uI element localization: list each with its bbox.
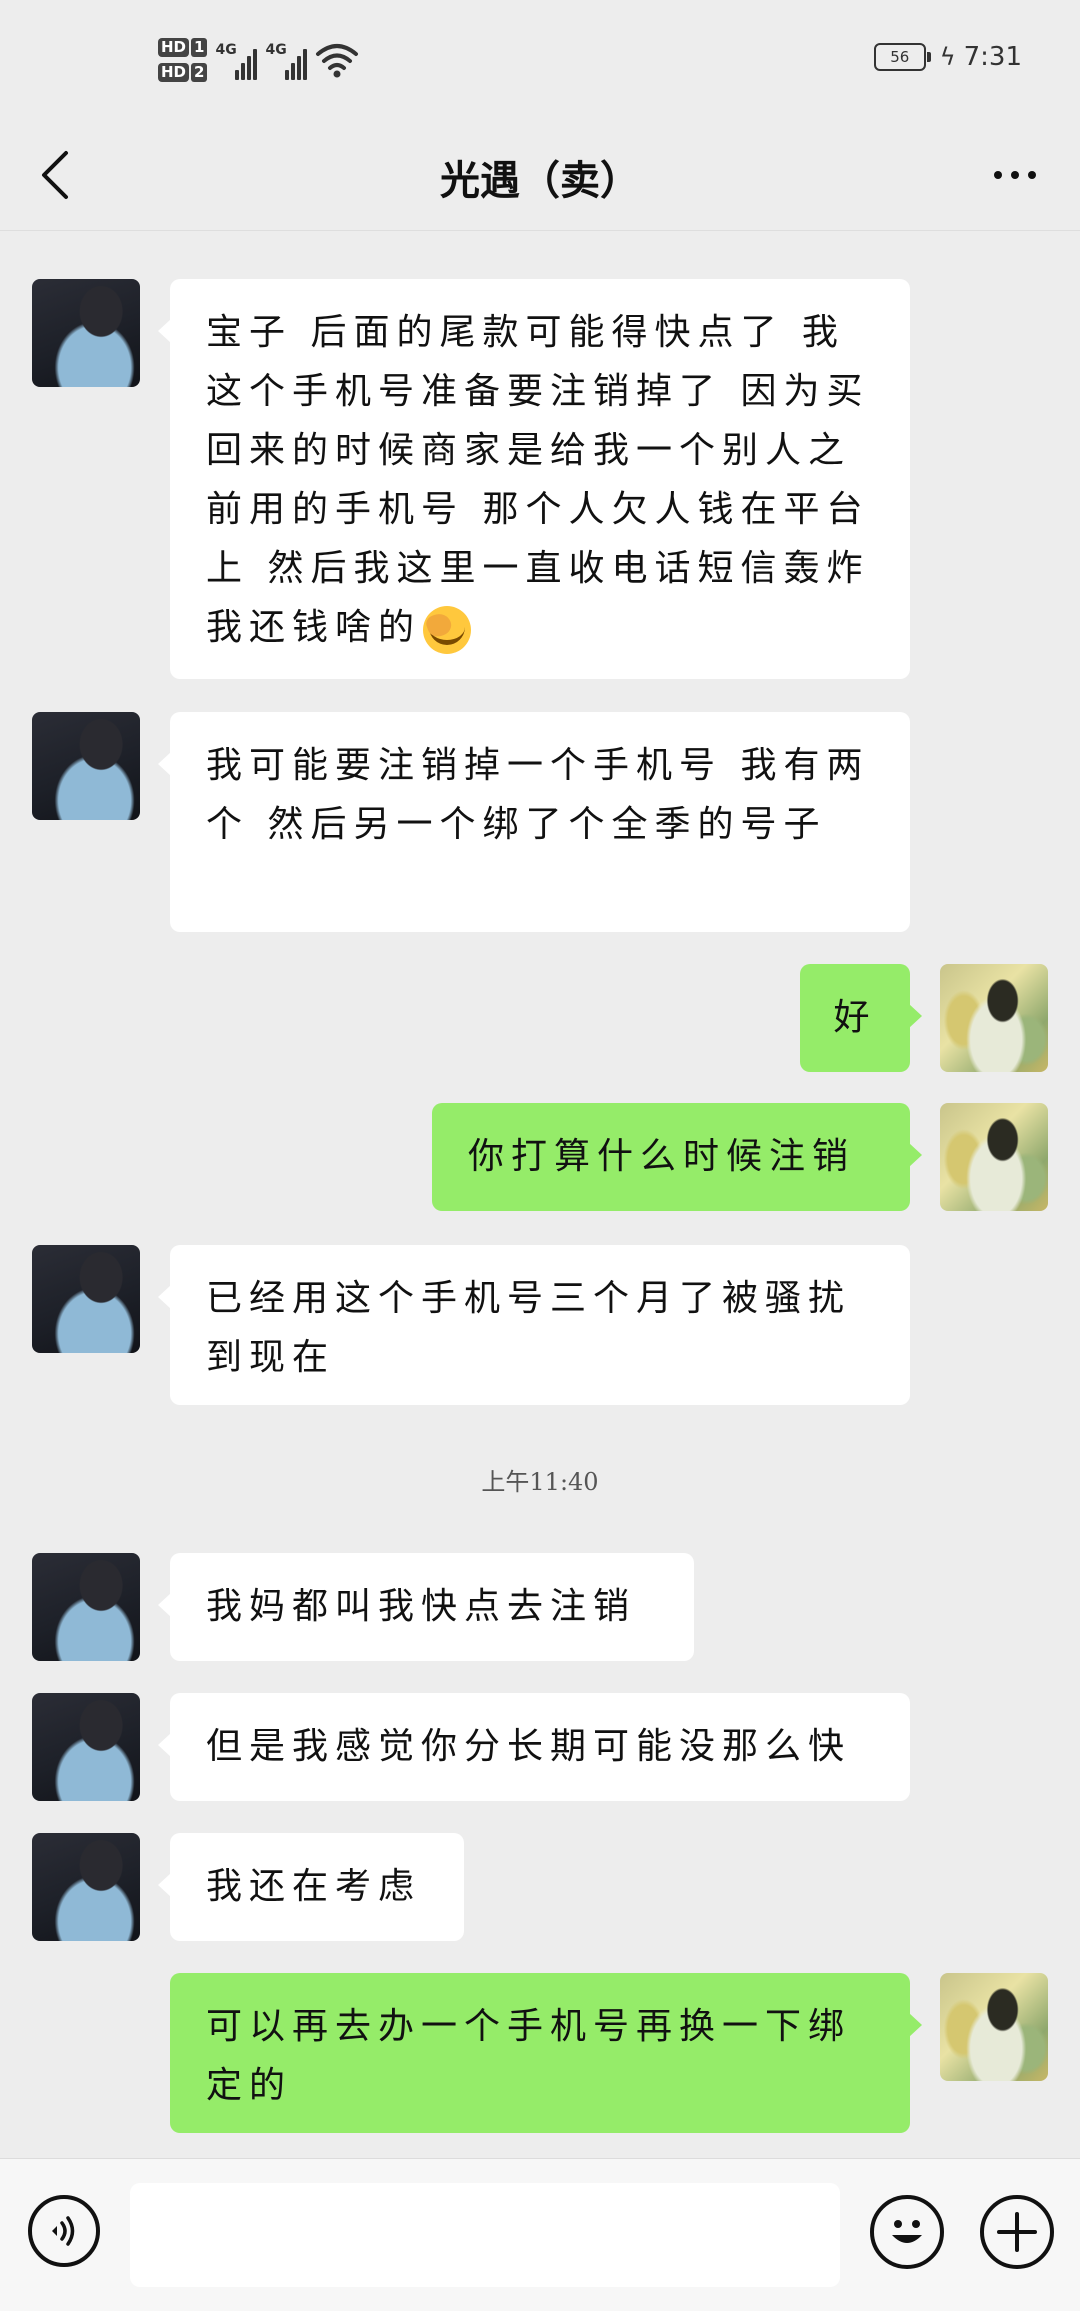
message-text: 我可能要注销掉一个手机号 我有两个 然后另一个绑了个全季的号子 — [206, 745, 870, 845]
status-right: 56 ϟ 7:31 — [873, 42, 1022, 72]
status-indicators: HD 1 HD 2 4G 4G — [158, 30, 359, 90]
message-text: 好 — [833, 997, 877, 1038]
plus-button[interactable] — [980, 2195, 1054, 2269]
message-bubble-received[interactable]: 我可能要注销掉一个手机号 我有两个 然后另一个绑了个全季的号子 — [158, 712, 910, 932]
message-bubble-received[interactable]: 我妈都叫我快点去注销 — [158, 1553, 694, 1661]
message-bubble-received[interactable]: 但是我感觉你分长期可能没那么快 — [158, 1693, 910, 1801]
chat-header: 光遇（卖） — [0, 120, 1080, 231]
message-text: 已经用这个手机号三个月了被骚扰到现在 — [206, 1278, 852, 1378]
plus-icon — [997, 2212, 1037, 2252]
contact-avatar[interactable] — [32, 1553, 140, 1661]
message-text: 我妈都叫我快点去注销 — [206, 1586, 637, 1627]
signal-icon-1: 4G — [215, 40, 258, 80]
more-icon — [994, 171, 1002, 179]
message-bubble-sent[interactable]: 可以再去办一个手机号再换一下绑定的 — [170, 1973, 922, 2133]
voice-icon — [52, 2216, 75, 2246]
message-text: 你打算什么时候注销 — [468, 1136, 856, 1177]
message-text: 宝子 后面的尾款可能得快点了 我这个手机号准备要注销掉了 因为买回来的时候商家是… — [206, 312, 870, 648]
emoji-button[interactable] — [870, 2195, 944, 2269]
status-time: 7:31 — [963, 42, 1022, 72]
voice-button[interactable] — [28, 2195, 100, 2267]
network-label: 4G — [215, 42, 237, 58]
my-avatar[interactable] — [940, 1103, 1048, 1211]
status-bar: HD 1 HD 2 4G 4G 56 ϟ 7:31 — [0, 0, 1080, 120]
signal-icon-2: 4G — [265, 40, 308, 80]
message-input[interactable] — [130, 2183, 840, 2287]
hd-num: 2 — [191, 63, 208, 82]
message-text: 我还在考虑 — [206, 1866, 422, 1907]
input-bar — [0, 2158, 1080, 2311]
hd-badge-1: HD 1 — [158, 38, 208, 57]
hd-badge-2: HD 2 — [158, 63, 208, 82]
message-bubble-received[interactable]: 我还在考虑 — [158, 1833, 464, 1941]
chat-timestamp: 上午11:40 — [481, 1468, 599, 1496]
message-text: 但是我感觉你分长期可能没那么快 — [206, 1726, 852, 1767]
contact-avatar[interactable] — [32, 1245, 140, 1353]
my-avatar[interactable] — [940, 1973, 1048, 2081]
hd-label: HD — [158, 38, 190, 57]
message-bubble-received[interactable]: 已经用这个手机号三个月了被骚扰到现在 — [158, 1245, 910, 1405]
network-label: 4G — [265, 42, 287, 58]
hd-label: HD — [158, 63, 190, 82]
chat-title: 光遇（卖） — [440, 157, 640, 204]
battery-icon: 56 — [873, 43, 931, 71]
hd-badges: HD 1 HD 2 — [158, 38, 208, 82]
wifi-icon — [316, 44, 359, 78]
more-button[interactable] — [980, 150, 1050, 200]
battery-level: 56 — [890, 48, 910, 66]
message-bubble-received[interactable]: 宝子 后面的尾款可能得快点了 我这个手机号准备要注销掉了 因为买回来的时候商家是… — [158, 279, 910, 679]
contact-avatar[interactable] — [32, 712, 140, 820]
charging-icon: ϟ — [939, 43, 956, 71]
my-avatar[interactable] — [940, 964, 1048, 1072]
contact-avatar[interactable] — [32, 1693, 140, 1801]
emoji-icon — [892, 2220, 922, 2243]
contact-avatar[interactable] — [32, 279, 140, 387]
facepalm-emoji-icon — [423, 606, 472, 654]
contact-avatar[interactable] — [32, 1833, 140, 1941]
message-text: 可以再去办一个手机号再换一下绑定的 — [206, 2006, 852, 2106]
hd-num: 1 — [191, 38, 208, 57]
message-bubble-sent[interactable]: 好 — [800, 964, 922, 1072]
message-bubble-sent[interactable]: 你打算什么时候注销 — [432, 1103, 922, 1211]
